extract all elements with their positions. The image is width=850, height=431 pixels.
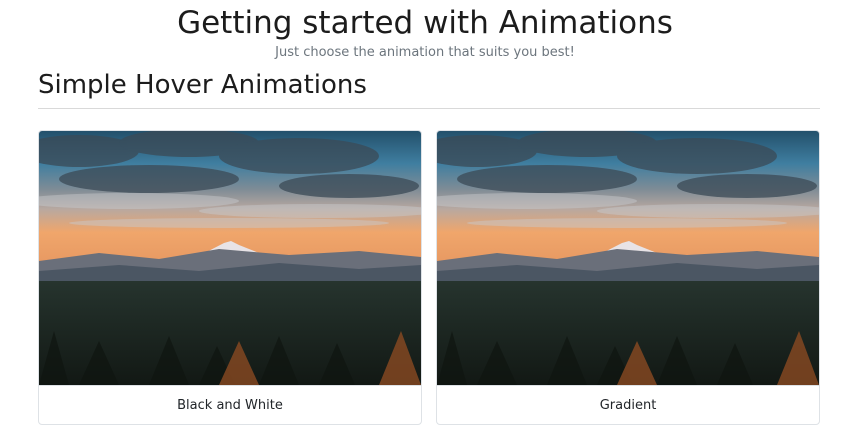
card-caption: Black and White <box>39 385 421 424</box>
card-caption: Gradient <box>437 385 819 424</box>
page: Getting started with Animations Just cho… <box>0 0 850 431</box>
section-title: Simple Hover Animations <box>38 70 367 100</box>
section-divider <box>38 108 820 109</box>
card-black-and-white[interactable]: Black and White <box>38 130 422 425</box>
page-subtitle: Just choose the animation that suits you… <box>275 45 575 60</box>
card-gradient[interactable]: Gradient <box>436 130 820 425</box>
landscape-image <box>437 131 819 385</box>
landscape-image <box>39 131 421 385</box>
page-title: Getting started with Animations <box>177 5 673 41</box>
